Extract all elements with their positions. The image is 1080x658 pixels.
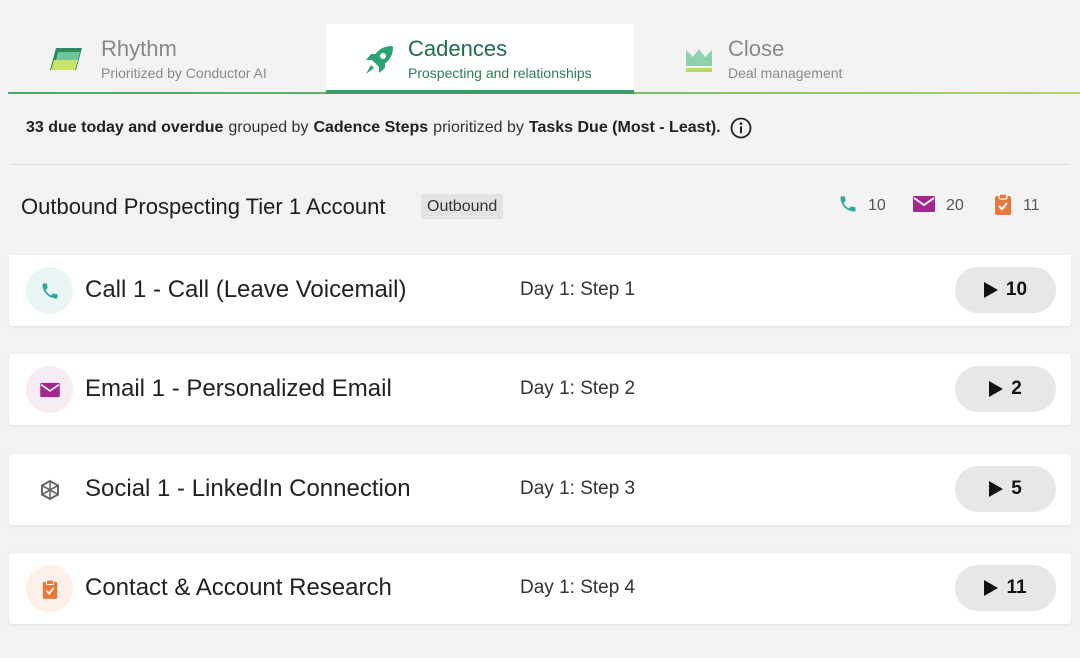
cadence-title[interactable]: Outbound Prospecting Tier 1 Account bbox=[21, 193, 385, 221]
start-step-button[interactable]: 10 bbox=[955, 267, 1056, 313]
tab-rhythm-title: Rhythm bbox=[101, 36, 177, 61]
step-name: Call 1 - Call (Leave Voicemail) bbox=[85, 276, 407, 303]
call-count-value: 10 bbox=[868, 197, 886, 214]
grouped-by-value[interactable]: Cadence Steps bbox=[313, 119, 428, 137]
cadence-step-row[interactable]: Contact & Account Research Day 1: Step 4… bbox=[9, 553, 1071, 624]
step-task-count: 10 bbox=[1005, 279, 1028, 300]
tab-bar: Rhythm Prioritized by Conductor AI Caden… bbox=[0, 0, 1080, 95]
tab-cadences-title: Cadences bbox=[408, 36, 508, 61]
step-name: Contact & Account Research bbox=[85, 574, 392, 601]
step-name: Social 1 - LinkedIn Connection bbox=[85, 475, 411, 502]
tab-close[interactable]: Close Deal management bbox=[640, 24, 940, 94]
tab-close-title: Close bbox=[728, 36, 785, 61]
email-count-value: 20 bbox=[946, 197, 964, 214]
step-day: Day 1: Step 4 bbox=[520, 577, 636, 598]
tab-cadences-subtitle: Prospecting and relationships bbox=[408, 65, 592, 81]
phone-icon bbox=[838, 194, 858, 219]
step-task-count: 2 bbox=[1011, 378, 1022, 399]
step-day: Day 1: Step 2 bbox=[520, 378, 636, 399]
start-step-button[interactable]: 11 bbox=[955, 565, 1056, 611]
email-icon bbox=[26, 366, 73, 413]
cadence-step-row[interactable]: Email 1 - Personalized Email Day 1: Step… bbox=[9, 354, 1071, 425]
task-count-value: 11 bbox=[1023, 197, 1040, 214]
cadence-step-row[interactable]: Social 1 - LinkedIn Connection Day 1: St… bbox=[9, 454, 1071, 525]
task-count: 11 bbox=[993, 192, 1040, 221]
step-day: Day 1: Step 3 bbox=[520, 478, 636, 499]
clipboard-icon bbox=[26, 565, 73, 612]
divider bbox=[10, 164, 1070, 165]
cadence-step-row[interactable]: Call 1 - Call (Leave Voicemail) Day 1: S… bbox=[9, 255, 1071, 326]
step-task-count: 5 bbox=[1011, 478, 1022, 499]
email-count: 20 bbox=[912, 193, 964, 219]
play-icon bbox=[984, 580, 999, 596]
tab-rhythm[interactable]: Rhythm Prioritized by Conductor AI bbox=[30, 24, 320, 94]
info-icon[interactable] bbox=[730, 117, 752, 139]
phone-icon bbox=[26, 267, 73, 314]
start-step-button[interactable]: 5 bbox=[955, 466, 1056, 512]
start-step-button[interactable]: 2 bbox=[955, 366, 1056, 412]
tab-rhythm-subtitle: Prioritized by Conductor AI bbox=[101, 65, 267, 81]
step-day: Day 1: Step 1 bbox=[520, 279, 636, 300]
step-task-count: 11 bbox=[1006, 577, 1027, 598]
prioritized-by-value[interactable]: Tasks Due (Most - Least). bbox=[529, 119, 721, 137]
play-icon bbox=[983, 282, 998, 298]
step-name: Email 1 - Personalized Email bbox=[85, 375, 392, 402]
summary-line: 33 due today and overdue grouped by Cade… bbox=[26, 116, 752, 140]
email-icon bbox=[912, 195, 936, 218]
rocket-icon bbox=[362, 43, 396, 82]
tab-cadences[interactable]: Cadences Prospecting and relationships bbox=[326, 24, 634, 94]
due-count-text: 33 due today and overdue bbox=[26, 119, 224, 136]
cadence-type-badge: Outbound bbox=[421, 194, 504, 219]
play-icon bbox=[989, 381, 1004, 397]
crown-icon bbox=[684, 46, 714, 79]
call-count: 10 bbox=[838, 193, 886, 219]
play-icon bbox=[989, 481, 1004, 497]
prioritized-by-label: prioritized by bbox=[433, 119, 524, 136]
social-icon bbox=[26, 466, 73, 513]
clipboard-icon bbox=[993, 192, 1013, 221]
tab-close-subtitle: Deal management bbox=[728, 65, 843, 81]
rhythm-icon bbox=[48, 46, 84, 77]
grouped-by-label: grouped by bbox=[228, 119, 309, 136]
